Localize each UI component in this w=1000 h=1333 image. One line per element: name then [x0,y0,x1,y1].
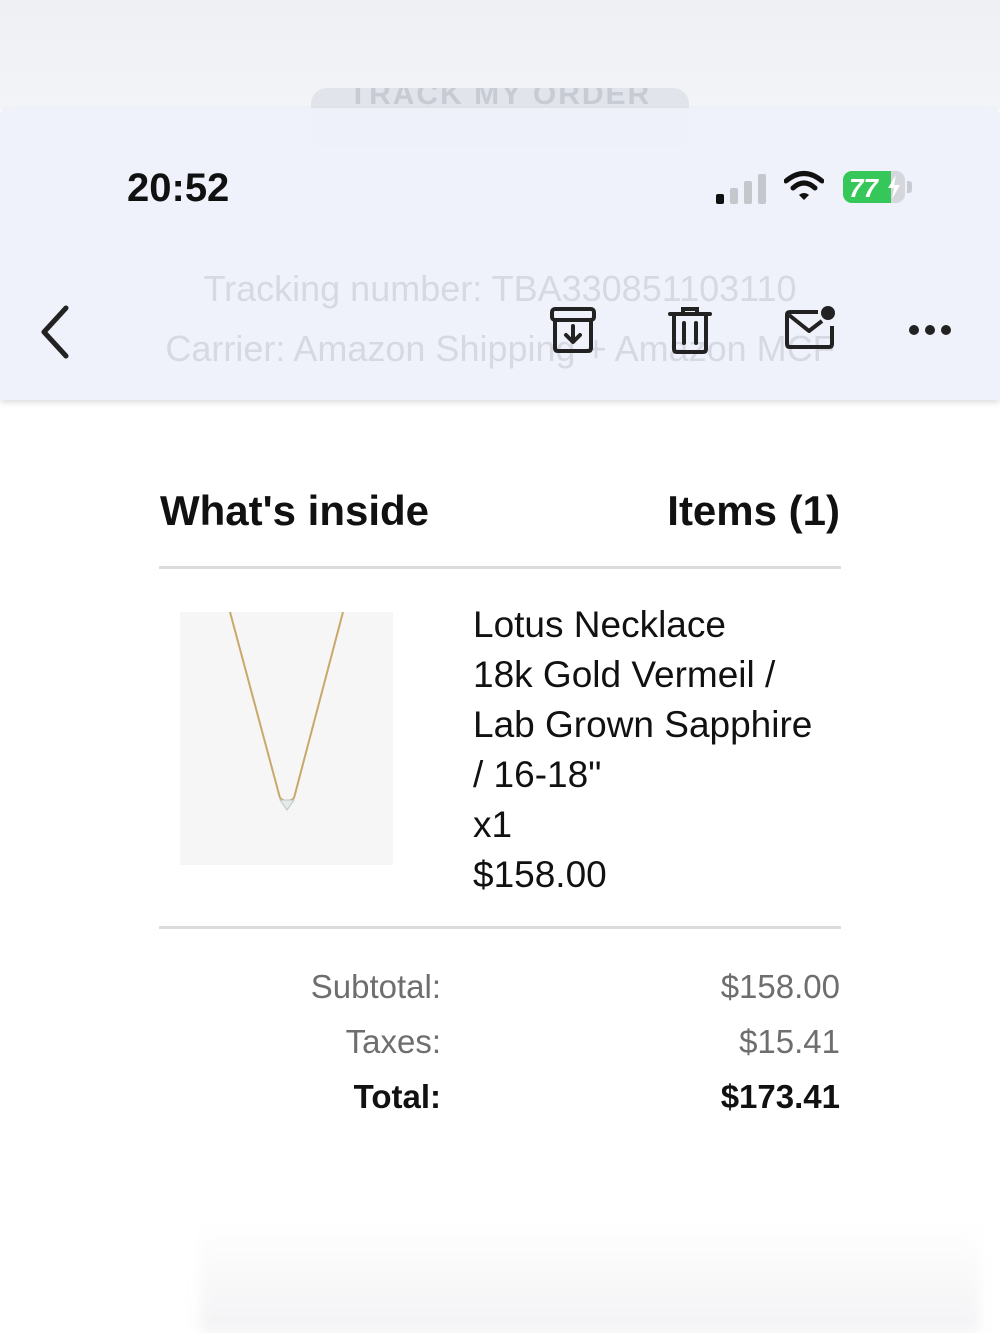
divider [159,926,841,929]
subtotal-label: Subtotal: [310,968,441,1005]
battery-cap [907,181,912,193]
product-name[interactable]: Lotus Necklace [473,600,853,650]
battery-icon: 77 [843,171,905,203]
charging-bolt-icon [888,175,900,199]
product-image[interactable] [180,611,393,865]
product-variant-line: / 16-18" [473,754,602,795]
back-chevron-icon[interactable] [36,304,76,360]
product-variant-line: Lab Grown Sapphire [473,704,813,745]
signal-icon [716,174,766,204]
taxes-label: Taxes: [345,1023,441,1060]
divider [159,566,841,569]
more-icon[interactable] [908,324,952,336]
section-title: What's inside [160,487,430,534]
tracking-number-behind: Tracking number: TBA330851103110 [203,268,797,309]
taxes-value: $15.41 [739,1023,840,1060]
product-variant-line: 18k Gold Vermeil / [473,654,776,695]
subtotal-value: $158.00 [720,968,840,1005]
necklace-illustration [229,611,344,811]
email-header: 20:52 77 Tracking number: TBA33085110311… [0,108,1000,400]
total-value: $173.41 [720,1078,840,1115]
status-time: 20:52 [127,166,230,210]
product-quantity: x1 [473,804,513,845]
trash-icon[interactable] [668,306,712,354]
product-price: $158.00 [473,854,607,895]
mark-unread-icon[interactable] [784,304,838,352]
total-label: Total: [353,1078,441,1115]
product-details: Lotus Necklace 18k Gold Vermeil / Lab Gr… [473,600,853,900]
bottom-fade [200,1220,980,1333]
wifi-icon [784,171,824,200]
battery-level: 77 [849,173,878,203]
archive-icon[interactable] [549,306,597,354]
items-count: Items (1) [667,487,840,534]
carrier-behind: Carrier: Amazon Shipping + Amazon MCF [165,328,835,369]
